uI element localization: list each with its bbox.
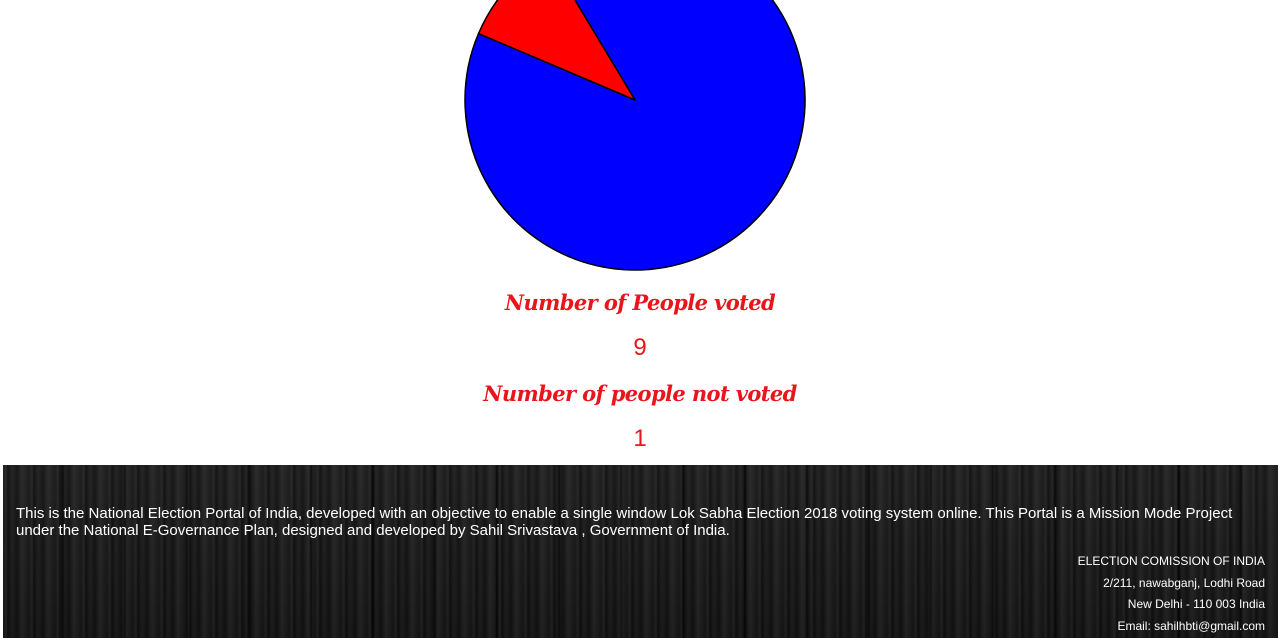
votes-pie-chart	[464, 0, 806, 271]
site-footer: This is the National Election Portal of …	[3, 465, 1278, 638]
contact-address: ELECTION COMISSION OF INDIA 2/211, nawab…	[1078, 554, 1265, 638]
people-not-voted-count: 1	[633, 425, 647, 452]
page: Number of People voted 9 Number of peopl…	[0, 0, 1280, 638]
people-not-voted-label: Number of people not voted	[483, 381, 797, 406]
organization-name: ELECTION COMISSION OF INDIA	[1077, 554, 1265, 568]
address-line: 2/211, nawabganj, Lodhi Road	[1103, 575, 1265, 590]
portal-description: This is the National Election Portal of …	[16, 505, 1233, 539]
address-city: New Delhi - 110 003 India	[1127, 597, 1265, 611]
contact-email[interactable]: Email: sahilhbti@gmail.com	[1078, 619, 1265, 638]
people-voted-count: 9	[633, 334, 647, 361]
people-voted-label: Number of People voted	[504, 290, 776, 315]
